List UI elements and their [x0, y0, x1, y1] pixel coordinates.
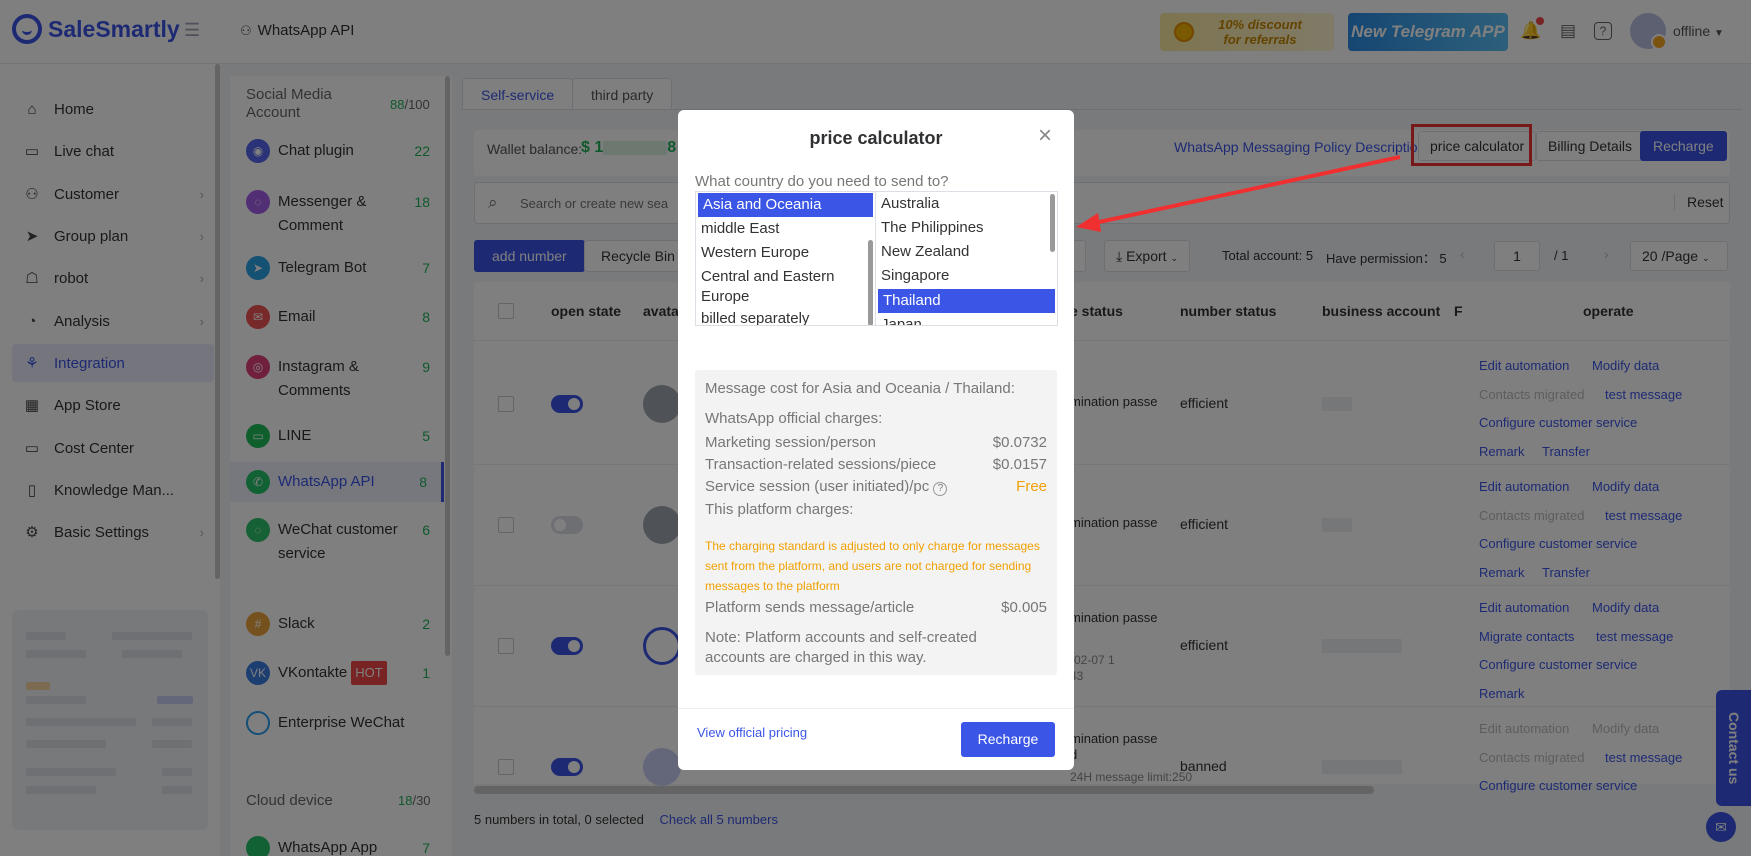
transaction-label: Transaction-related sessions/piece	[705, 456, 937, 473]
annotation-arrow	[1076, 155, 1401, 232]
country-option-australia[interactable]: Australia	[876, 192, 1057, 216]
country-list[interactable]: Australia The Philippines New Zealand Singa…	[875, 191, 1058, 326]
country-question: What country do you need to send to?	[695, 173, 949, 190]
region-scrollbar[interactable]	[868, 240, 873, 325]
accounts-note: Note: Platform accounts and self-created…	[705, 629, 977, 666]
dialog-title: price calculator	[809, 128, 943, 148]
service-label: Service session (user initiated)/pc ?	[705, 478, 948, 496]
marketing-value: $0.0732	[992, 434, 1047, 451]
platform-sends-value: $0.005	[1001, 599, 1047, 616]
region-list[interactable]: Asia and Oceania middle East Western Europ…	[695, 191, 876, 326]
country-option-new-zealand[interactable]: New Zealand	[876, 240, 1057, 264]
official-charges-header: WhatsApp official charges:	[705, 410, 883, 427]
close-icon[interactable]: ×	[1038, 124, 1052, 148]
country-option-thailand[interactable]: Thailand	[878, 289, 1055, 313]
cost-title: Message cost for Asia and Oceania / Thai…	[705, 380, 1015, 397]
region-option-billed-separately[interactable]: billed separately	[696, 307, 875, 325]
cost-breakdown: Message cost for Asia and Oceania / Thai…	[695, 370, 1057, 675]
transaction-value: $0.0157	[992, 456, 1047, 473]
platform-sends-label: Platform sends message/article	[705, 599, 915, 616]
region-option-asia-and-oceania[interactable]: Asia and Oceania	[698, 193, 873, 217]
region-option-western-europe[interactable]: Western Europe	[696, 241, 875, 265]
country-scrollbar[interactable]	[1050, 194, 1055, 252]
region-option-central-and-eastern-europe[interactable]: Central and Eastern Europe	[696, 265, 875, 307]
view-official-pricing-link[interactable]: View official pricing	[697, 725, 807, 740]
question-circle-icon[interactable]: ?	[933, 482, 948, 496]
country-option-japan[interactable]: Japan	[876, 313, 1057, 325]
platform-charges-header: This platform charges:	[705, 501, 854, 518]
platform-charge-notice: The charging standard is adjusted to onl…	[705, 539, 1040, 593]
country-option-singapore[interactable]: Singapore	[876, 264, 1057, 288]
price-calculator-dialog: price calculator × What country do you n…	[678, 110, 1074, 770]
marketing-label: Marketing session/person	[705, 434, 876, 451]
region-option-middle-east[interactable]: middle East	[696, 217, 875, 241]
dialog-footer-divider	[678, 708, 1074, 709]
service-value: Free	[1016, 478, 1047, 495]
country-option-the-philippines[interactable]: The Philippines	[876, 216, 1057, 240]
dialog-recharge-button[interactable]: Recharge	[961, 722, 1055, 757]
